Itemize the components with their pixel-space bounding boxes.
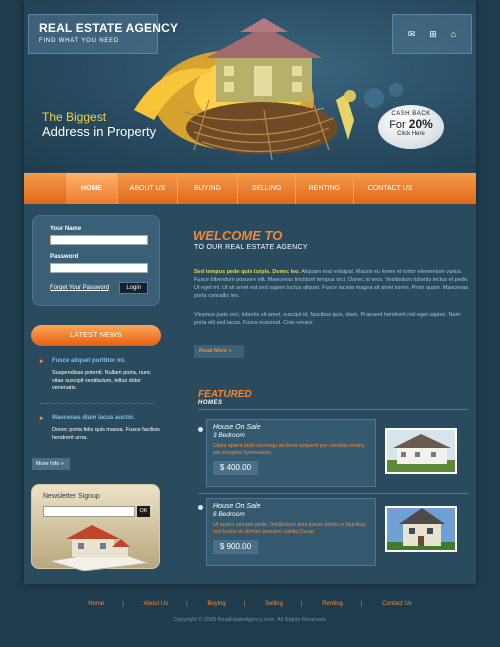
login-button[interactable]: Login: [119, 282, 148, 294]
nav-item-contact-us[interactable]: CONTACT US: [354, 173, 426, 204]
listing-bedrooms: 6 Bedroom: [213, 511, 245, 518]
nav-item-home[interactable]: HOME: [66, 173, 118, 204]
cashback-offer: For 20%: [378, 117, 444, 131]
listing-description: Ut auctor semper pede. Vestibulum ante i…: [213, 522, 366, 535]
welcome-title: WELCOME TO: [193, 228, 283, 243]
cashback-cta: Click Here: [397, 131, 425, 137]
featured-subtitle: HOMES: [198, 400, 223, 406]
read-more-button[interactable]: Read More »: [194, 345, 244, 358]
password-input[interactable]: [50, 263, 148, 273]
login-panel: Your Name Password Forget Your Password …: [32, 215, 160, 306]
footer-link-renting[interactable]: Renting: [322, 601, 343, 607]
footer-link-buying[interactable]: Buying: [207, 601, 225, 607]
welcome-lead: Sed tempus pede quis turpis. Donec leo.: [194, 269, 301, 275]
nav-item-selling[interactable]: SELLING: [238, 173, 296, 204]
password-label: Password: [50, 254, 79, 260]
cashback-for-label: For: [389, 119, 406, 131]
listing-description: Class aptent taciti sociosqu ad litora t…: [213, 443, 366, 456]
house-blueprint-image: [48, 525, 150, 571]
listing-price: $ 400.00: [213, 461, 258, 475]
bullet-icon: [198, 505, 203, 510]
welcome-paragraph-1: Sed tempus pede quis turpis. Donec leo. …: [194, 268, 472, 300]
cashback-badge[interactable]: CASH BACK For 20% Click Here: [378, 105, 444, 149]
welcome-paragraph-2: Vivamus justo orci, lobortis sit amet, s…: [194, 312, 461, 326]
news-item-title[interactable]: Maecenas diam lacus auctor.: [40, 414, 160, 422]
newsletter-form: OK: [43, 506, 159, 517]
home-listing-card[interactable]: House On Sale 3 Bedroom Class aptent tac…: [206, 419, 376, 487]
welcome-subtitle: TO OUR REAL ESTATE AGENCY: [194, 244, 308, 251]
bullet-icon: [198, 427, 203, 432]
nav-item-renting[interactable]: RENTING: [296, 173, 354, 204]
listing-divider: [198, 493, 468, 494]
header-banner: REAL ESTATE AGENCY FIND WHAT YOU NEED ✉ …: [24, 0, 476, 172]
house-photo-image: [387, 430, 455, 472]
name-label: Your Name: [50, 226, 82, 232]
news-divider: [40, 403, 154, 404]
footer-link-contact-us[interactable]: Contact Us: [382, 601, 412, 607]
news-item-body: Suspendisse potenti. Nullam porta, nunc …: [52, 370, 151, 391]
newsletter-title: Newsletter Signup: [43, 493, 100, 500]
featured-divider: [198, 409, 468, 410]
listing-title: House On Sale: [213, 424, 261, 431]
footer-link-selling[interactable]: Selling: [265, 601, 283, 607]
news-item-body: Donec porta felis quis massa. Fusce faci…: [52, 427, 160, 441]
footer-links: Home | About Us | Buying | Selling | Renting…: [0, 601, 500, 607]
listing-price: $ 900.00: [213, 540, 258, 554]
featured-title: FEATURED: [198, 389, 252, 400]
footer-separator: |: [122, 601, 124, 607]
footer-separator: |: [243, 601, 246, 607]
footer-link-home[interactable]: Home: [88, 601, 104, 607]
slogan-line2: Address in Property: [42, 124, 157, 139]
newsletter-panel: Newsletter Signup OK: [31, 484, 160, 571]
house-photo[interactable]: [385, 428, 457, 474]
listing-bedrooms: 3 Bedroom: [213, 432, 245, 439]
forgot-password-link[interactable]: Forget Your Password: [50, 285, 109, 291]
double-chevron-icon: »: [60, 461, 64, 467]
news-item: Fusce aliquet porttitor mi. Suspendisse …: [40, 357, 160, 393]
footer-separator: |: [186, 601, 188, 607]
slogan-line1: The Biggest: [42, 110, 107, 124]
latest-news-heading: LATEST NEWS: [31, 325, 161, 346]
house-photo-image: [387, 508, 455, 550]
footer-link-about-us[interactable]: About Us: [143, 601, 168, 607]
home-listing-card[interactable]: House On Sale 6 Bedroom Ut auctor semper…: [206, 498, 376, 566]
news-item-title[interactable]: Fusce aliquet porttitor mi.: [40, 357, 160, 365]
listing-title: House On Sale: [213, 503, 261, 510]
copyright-text: Copyright © 2008 RealEstateAgency.com. A…: [173, 617, 327, 623]
footer-separator: |: [300, 601, 303, 607]
more-info-label: More Info: [36, 461, 60, 467]
read-more-label: Read More: [199, 348, 228, 354]
name-input[interactable]: [50, 235, 148, 245]
footer-separator: |: [360, 601, 363, 607]
newsletter-email-input[interactable]: [43, 506, 135, 517]
nav-item-about-us[interactable]: ABOUT US: [118, 173, 178, 204]
more-info-button[interactable]: More Info »: [32, 458, 70, 470]
main-nav: HOME ABOUT US BUYING SELLING RENTING CON…: [24, 173, 476, 204]
newsletter-ok-button[interactable]: OK: [137, 506, 150, 517]
house-photo[interactable]: [385, 506, 457, 552]
login-actions: Forget Your Password Login: [50, 282, 148, 294]
cashback-percent: 20%: [408, 117, 433, 131]
double-chevron-icon: »: [228, 348, 232, 354]
news-item: Maecenas diam lacus auctor. Donec porta …: [40, 414, 160, 442]
nav-item-buying[interactable]: BUYING: [178, 173, 238, 204]
